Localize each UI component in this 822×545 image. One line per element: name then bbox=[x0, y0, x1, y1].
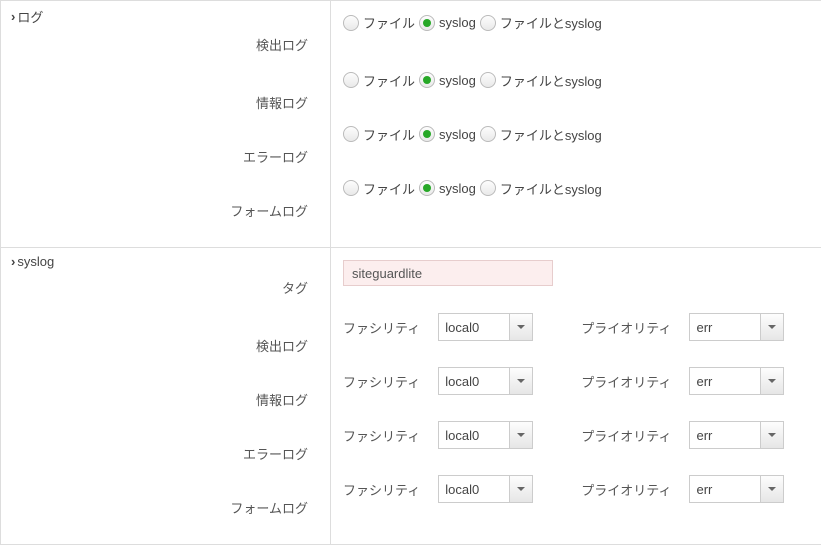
facility-select-info[interactable]: local0 bbox=[438, 367, 533, 395]
chevron-down-icon bbox=[760, 314, 783, 340]
priority-value: err bbox=[690, 314, 760, 340]
label-form-log2: フォームログ bbox=[11, 498, 320, 517]
chevron-down-icon bbox=[760, 476, 783, 502]
radio-group-form: ファイル syslog ファイルとsyslog bbox=[343, 179, 602, 198]
radio-label: ファイルとsyslog bbox=[500, 71, 602, 90]
label-form-log: フォームログ bbox=[11, 201, 320, 220]
radio-label: ファイル bbox=[363, 179, 415, 198]
radio-circle-icon bbox=[419, 180, 435, 196]
radio-circle-icon bbox=[343, 126, 359, 142]
section-syslog: › syslog タグ 検出ログ 情報ログ エラーログ フォームログ siteg… bbox=[1, 248, 821, 545]
chevron-down-icon bbox=[509, 476, 532, 502]
priority-select-detect[interactable]: err bbox=[689, 313, 784, 341]
radio-error-syslog[interactable]: syslog bbox=[419, 126, 476, 142]
syslog-section-title[interactable]: › syslog bbox=[11, 254, 320, 269]
chevron-down-icon bbox=[509, 368, 532, 394]
label-info-log2: 情報ログ bbox=[11, 390, 320, 409]
caret-icon: › bbox=[11, 9, 15, 24]
facility-value: local0 bbox=[439, 422, 509, 448]
radio-circle-icon bbox=[480, 180, 496, 196]
facility-value: local0 bbox=[439, 314, 509, 340]
priority-value: err bbox=[690, 368, 760, 394]
chevron-down-icon bbox=[760, 422, 783, 448]
caret-icon: › bbox=[11, 254, 15, 269]
label-info-log: 情報ログ bbox=[11, 93, 320, 112]
priority-select-info[interactable]: err bbox=[689, 367, 784, 395]
priority-label: プライオリティ bbox=[581, 480, 671, 499]
radio-detect-file_syslog[interactable]: ファイルとsyslog bbox=[480, 13, 602, 32]
radio-circle-icon bbox=[480, 15, 496, 31]
facility-value: local0 bbox=[439, 476, 509, 502]
label-detect-log: 検出ログ bbox=[11, 35, 320, 54]
facility-label: ファシリティ bbox=[343, 372, 420, 391]
priority-value: err bbox=[690, 476, 760, 502]
radio-circle-icon bbox=[480, 126, 496, 142]
radio-info-file_syslog[interactable]: ファイルとsyslog bbox=[480, 71, 602, 90]
radio-circle-icon bbox=[419, 126, 435, 142]
radio-circle-icon bbox=[419, 72, 435, 88]
radio-detect-syslog[interactable]: syslog bbox=[419, 15, 476, 31]
radio-circle-icon bbox=[480, 72, 496, 88]
radio-group-error: ファイル syslog ファイルとsyslog bbox=[343, 125, 602, 144]
label-tag: タグ bbox=[11, 278, 320, 297]
log-section-title[interactable]: › ログ bbox=[11, 7, 320, 26]
tag-input[interactable]: siteguardlite bbox=[343, 260, 553, 286]
radio-label: syslog bbox=[439, 15, 476, 30]
facility-select-form[interactable]: local0 bbox=[438, 475, 533, 503]
syslog-row-detect: ファシリティ local0 プライオリティ err bbox=[343, 300, 811, 354]
radio-error-file[interactable]: ファイル bbox=[343, 125, 415, 144]
radio-circle-icon bbox=[419, 15, 435, 31]
radio-form-syslog[interactable]: syslog bbox=[419, 180, 476, 196]
chevron-down-icon bbox=[509, 422, 532, 448]
facility-label: ファシリティ bbox=[343, 480, 420, 499]
radio-label: syslog bbox=[439, 127, 476, 142]
radio-label: ファイル bbox=[363, 71, 415, 90]
priority-select-form[interactable]: err bbox=[689, 475, 784, 503]
radio-label: syslog bbox=[439, 181, 476, 196]
tag-input-value: siteguardlite bbox=[352, 266, 422, 281]
priority-label: プライオリティ bbox=[581, 426, 671, 445]
facility-label: ファシリティ bbox=[343, 318, 420, 337]
radio-circle-icon bbox=[343, 72, 359, 88]
section-log: › ログ 検出ログ 情報ログ エラーログ フォームログ ファイルsyslogファ… bbox=[1, 1, 821, 248]
priority-select-error[interactable]: err bbox=[689, 421, 784, 449]
syslog-section-title-text: syslog bbox=[17, 254, 54, 269]
priority-label: プライオリティ bbox=[581, 318, 671, 337]
label-detect-log2: 検出ログ bbox=[11, 336, 320, 355]
syslog-row-form: ファシリティ local0 プライオリティ err bbox=[343, 462, 811, 516]
chevron-down-icon bbox=[760, 368, 783, 394]
radio-circle-icon bbox=[343, 180, 359, 196]
label-error-log2: エラーログ bbox=[11, 444, 320, 463]
radio-form-file_syslog[interactable]: ファイルとsyslog bbox=[480, 179, 602, 198]
label-error-log: エラーログ bbox=[11, 147, 320, 166]
radio-label: ファイル bbox=[363, 13, 415, 32]
radio-detect-file[interactable]: ファイル bbox=[343, 13, 415, 32]
priority-label: プライオリティ bbox=[581, 372, 671, 391]
radio-info-syslog[interactable]: syslog bbox=[419, 72, 476, 88]
facility-select-error[interactable]: local0 bbox=[438, 421, 533, 449]
radio-circle-icon bbox=[343, 15, 359, 31]
syslog-row-info: ファシリティ local0 プライオリティ err bbox=[343, 354, 811, 408]
priority-value: err bbox=[690, 422, 760, 448]
radio-label: syslog bbox=[439, 73, 476, 88]
radio-form-file[interactable]: ファイル bbox=[343, 179, 415, 198]
facility-select-detect[interactable]: local0 bbox=[438, 313, 533, 341]
radio-label: ファイルとsyslog bbox=[500, 125, 602, 144]
facility-label: ファシリティ bbox=[343, 426, 420, 445]
chevron-down-icon bbox=[509, 314, 532, 340]
radio-group-detect: ファイル syslog ファイルとsyslog bbox=[343, 13, 602, 32]
radio-label: ファイルとsyslog bbox=[500, 179, 602, 198]
radio-group-info: ファイル syslog ファイルとsyslog bbox=[343, 71, 602, 90]
radio-error-file_syslog[interactable]: ファイルとsyslog bbox=[480, 125, 602, 144]
radio-label: ファイル bbox=[363, 125, 415, 144]
facility-value: local0 bbox=[439, 368, 509, 394]
syslog-row-error: ファシリティ local0 プライオリティ err bbox=[343, 408, 811, 462]
log-section-title-text: ログ bbox=[17, 7, 43, 26]
radio-info-file[interactable]: ファイル bbox=[343, 71, 415, 90]
radio-label: ファイルとsyslog bbox=[500, 13, 602, 32]
